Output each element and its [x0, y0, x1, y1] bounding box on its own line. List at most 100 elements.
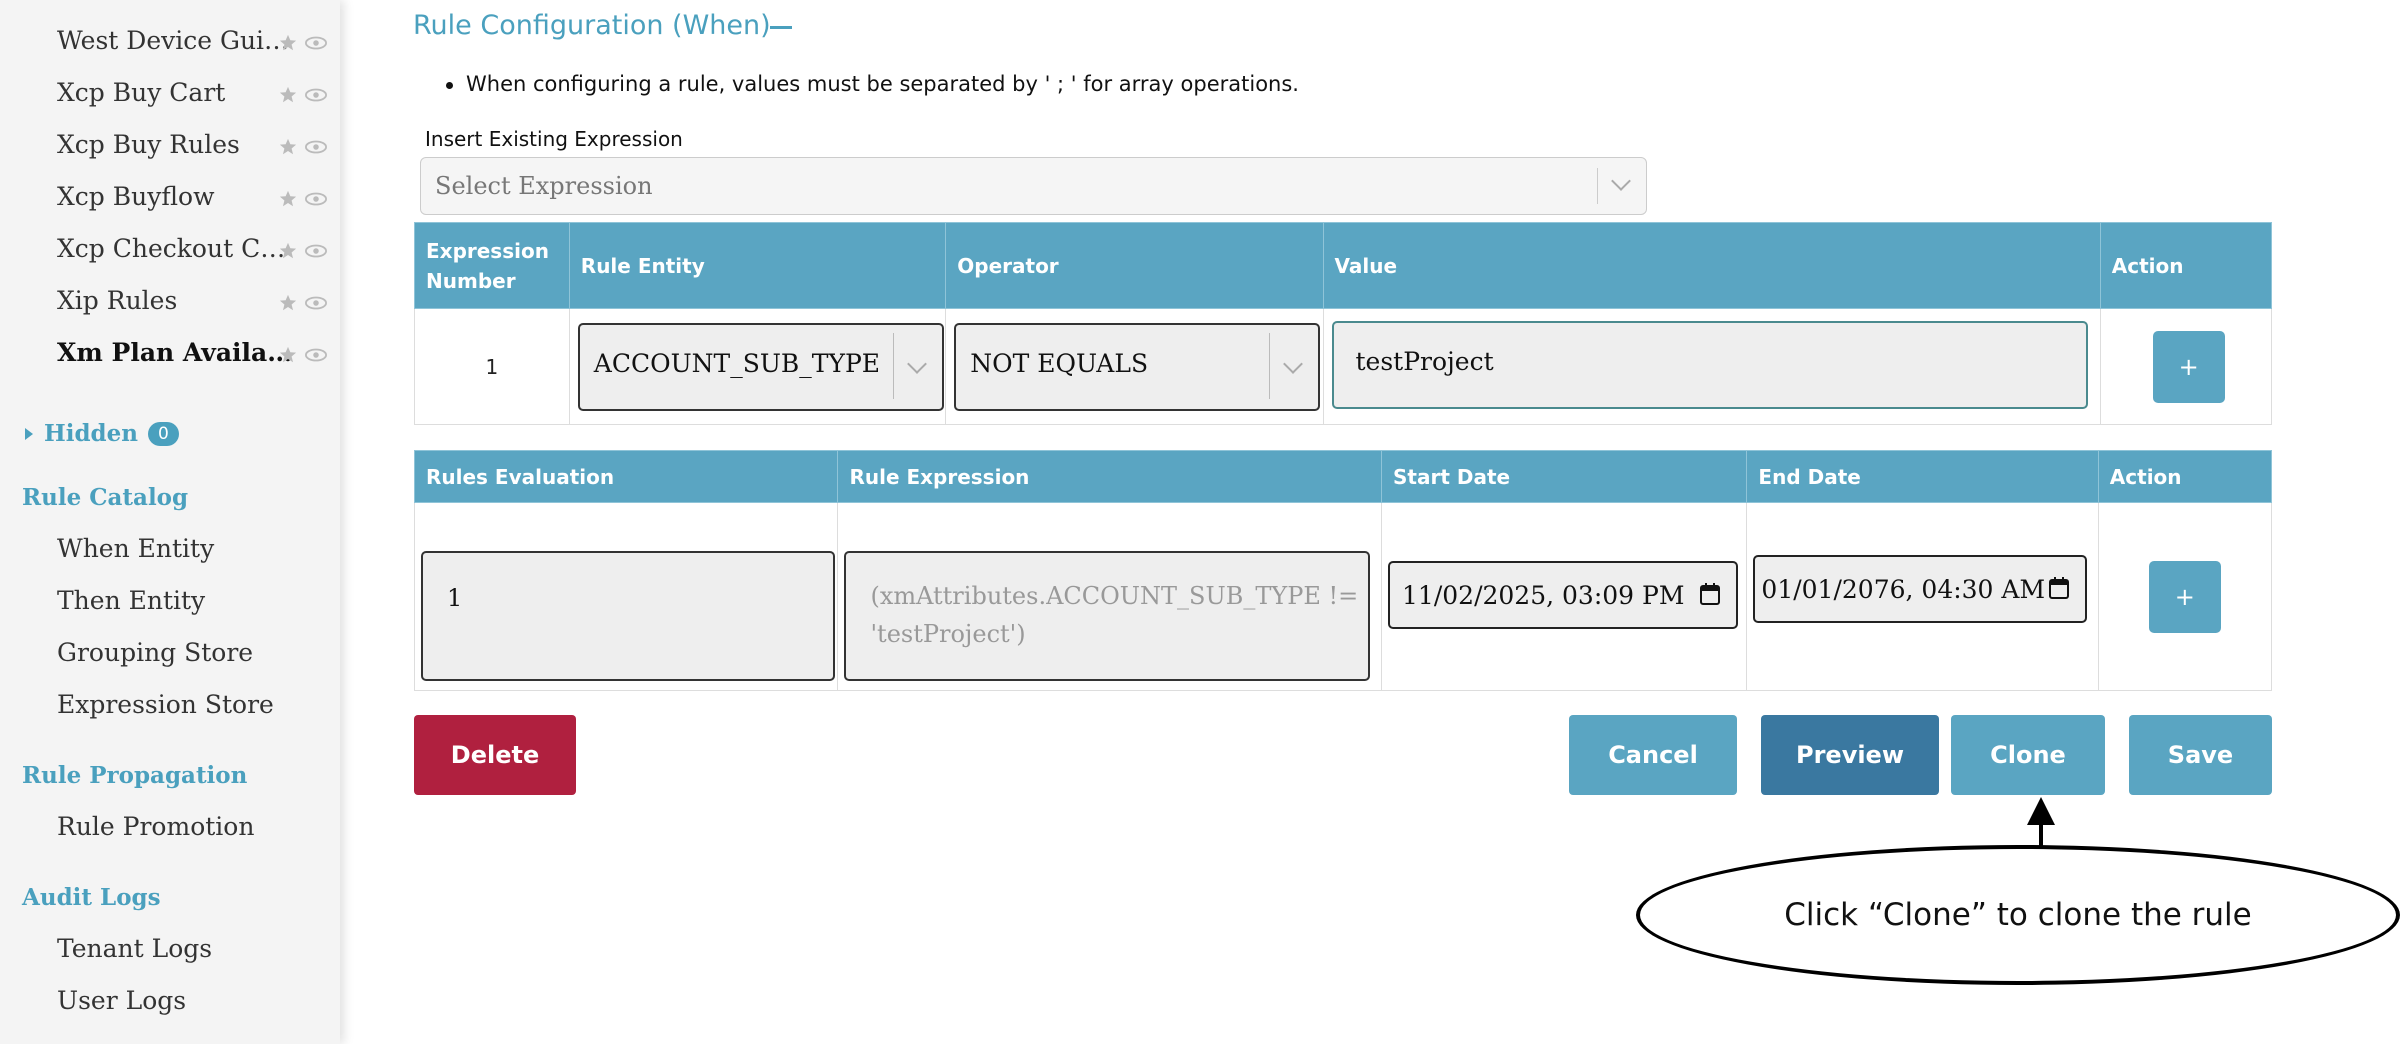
sidebar-item-user-logs[interactable]: User Logs [57, 986, 186, 1015]
value-cell: testProject [1322, 308, 2101, 425]
value-text: testProject [1355, 347, 1494, 376]
select-separator [892, 333, 894, 399]
chevron-down-icon [1283, 354, 1304, 374]
calendar-icon[interactable] [1700, 583, 1721, 605]
star-icon[interactable] [279, 190, 297, 208]
end-date-input[interactable]: 01/01/2076, 04:30 AM [1753, 555, 2088, 623]
select-separator [1269, 333, 1271, 399]
start-date-input[interactable]: 11/02/2025, 03:09 PM [1388, 561, 1739, 629]
rule-expression-line1: (xmAttributes.ACCOUNT_SUB_TYPE != [870, 582, 1359, 610]
preview-button[interactable]: Preview [1761, 715, 1939, 795]
callout-arrow-line [2039, 820, 2043, 846]
hidden-toggle[interactable]: Hidden 0 [24, 420, 179, 447]
action-cell: + [2097, 502, 2273, 691]
end-date-value: 01/01/2076, 04:30 AM [1761, 575, 2046, 604]
select-separator [1597, 168, 1598, 204]
rule-entity-value: ACCOUNT_SUB_TYPE [593, 349, 881, 378]
sidebar-item-actions [279, 34, 327, 52]
sidebar-item-grouping-store[interactable]: Grouping Store [57, 638, 253, 667]
callout-bubble: Click “Clone” to clone the rule [1636, 845, 2400, 985]
add-expression-button[interactable]: + [2152, 331, 2225, 403]
eye-icon[interactable] [305, 244, 327, 258]
start-date-value: 11/02/2025, 03:09 PM [1402, 581, 1685, 610]
calendar-icon[interactable] [2049, 577, 2070, 599]
expression-table: Expression Number Rule Entity Operator V… [414, 222, 2273, 425]
sidebar-item[interactable]: Xcp Buy Rules [57, 130, 240, 159]
eye-icon[interactable] [305, 36, 327, 50]
header-end-date: End Date [1746, 450, 2099, 503]
eye-icon[interactable] [305, 88, 327, 102]
operator-value: NOT EQUALS [970, 349, 1149, 378]
sidebar-item-rule-promotion[interactable]: Rule Promotion [57, 812, 254, 841]
star-icon[interactable] [279, 86, 297, 104]
select-expression-dropdown[interactable]: Select Expression [420, 157, 1647, 215]
sidebar-item[interactable]: Xcp Checkout C… [57, 234, 285, 263]
eye-icon[interactable] [305, 348, 327, 362]
section-title-rule-propagation[interactable]: Rule Propagation [22, 762, 247, 789]
rule-entity-cell: ACCOUNT_SUB_TYPE [568, 308, 947, 425]
rule-entity-select[interactable]: ACCOUNT_SUB_TYPE [577, 323, 944, 411]
save-button[interactable]: Save [2129, 715, 2272, 795]
select-placeholder: Select Expression [435, 172, 653, 200]
star-icon[interactable] [279, 34, 297, 52]
sidebar-item-active[interactable]: Xm Plan Availa… [57, 338, 292, 367]
sidebar-item[interactable]: Xcp Buy Cart [57, 78, 225, 107]
clone-button[interactable]: Clone [1951, 715, 2105, 795]
star-icon[interactable] [279, 242, 297, 260]
header-action: Action [2097, 450, 2273, 503]
rules-evaluation-textarea[interactable]: 1 [421, 551, 835, 681]
chevron-down-icon [1611, 171, 1631, 191]
sidebar-item-actions [279, 294, 327, 312]
value-input[interactable]: testProject [1331, 321, 2088, 409]
sidebar-item-actions [279, 86, 327, 104]
config-note: When configuring a rule, values must be … [446, 72, 1299, 96]
sidebar-item[interactable]: West Device Gui… [57, 26, 289, 55]
sidebar-item[interactable]: Xip Rules [57, 286, 177, 315]
eye-icon[interactable] [305, 192, 327, 206]
end-date-cell: 01/01/2076, 04:30 AM [1746, 502, 2099, 691]
delete-button[interactable]: Delete [414, 715, 576, 795]
header-start-date: Start Date [1381, 450, 1748, 503]
evaluation-table: Rules Evaluation Rule Expression Start D… [413, 450, 2273, 691]
hidden-label: Hidden [44, 420, 138, 447]
rules-evaluation-cell: 1 [413, 502, 839, 691]
section-title-rule-catalog[interactable]: Rule Catalog [22, 484, 188, 511]
add-evaluation-button[interactable]: + [2148, 561, 2221, 633]
star-icon[interactable] [279, 294, 297, 312]
sidebar: West Device Gui… Xcp Buy Cart Xcp Buy Ru… [0, 0, 340, 1044]
page-title: Rule Configuration (When) [413, 10, 771, 41]
rules-evaluation-value: 1 [447, 584, 463, 612]
header-operator: Operator [945, 222, 1324, 309]
sidebar-item-actions [279, 346, 327, 364]
sidebar-item-when-entity[interactable]: When Entity [57, 534, 214, 563]
sidebar-item-actions [279, 242, 327, 260]
header-rules-evaluation: Rules Evaluation [413, 450, 839, 503]
eye-icon[interactable] [305, 140, 327, 154]
hidden-count-badge: 0 [148, 421, 179, 446]
section-title-audit-logs[interactable]: Audit Logs [22, 884, 161, 911]
header-rule-expression: Rule Expression [837, 450, 1383, 503]
chevron-down-icon [906, 354, 927, 374]
sidebar-item[interactable]: Xcp Buyflow [57, 182, 214, 211]
sidebar-item-tenant-logs[interactable]: Tenant Logs [57, 934, 212, 963]
collapse-icon[interactable] [770, 26, 792, 29]
header-rule-entity: Rule Entity [568, 222, 947, 309]
operator-select[interactable]: NOT EQUALS [954, 323, 1321, 411]
expression-number: 1 [414, 308, 570, 425]
sidebar-item-actions [279, 138, 327, 156]
sidebar-item-then-entity[interactable]: Then Entity [57, 586, 205, 615]
cancel-button[interactable]: Cancel [1569, 715, 1737, 795]
operator-cell: NOT EQUALS [945, 308, 1324, 425]
rule-expression-line2: 'testProject') [870, 620, 1026, 648]
eye-icon[interactable] [305, 296, 327, 310]
sidebar-item-expression-store[interactable]: Expression Store [57, 690, 274, 719]
start-date-cell: 11/02/2025, 03:09 PM [1381, 502, 1748, 691]
callout-text: Click “Clone” to clone the rule [1784, 897, 2252, 933]
caret-right-icon [25, 427, 33, 440]
rule-expression-cell: (xmAttributes.ACCOUNT_SUB_TYPE != 'testP… [837, 502, 1383, 691]
header-action: Action [2099, 222, 2273, 309]
star-icon[interactable] [279, 346, 297, 364]
star-icon[interactable] [279, 138, 297, 156]
action-cell: + [2099, 308, 2273, 425]
rule-expression-textarea[interactable]: (xmAttributes.ACCOUNT_SUB_TYPE != 'testP… [844, 551, 1371, 681]
